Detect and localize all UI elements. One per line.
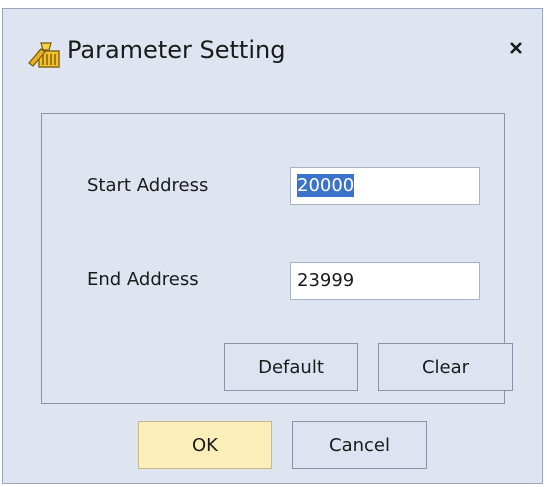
- dialog-titlebar: Parameter Setting: [3, 9, 542, 85]
- address-group: Start Address 20000 End Address 23999 De…: [41, 113, 513, 404]
- parameter-setting-dialog: Parameter Setting Start Address 20000 En…: [2, 8, 543, 484]
- start-address-value: 20000: [297, 174, 355, 197]
- cancel-button[interactable]: Cancel: [292, 421, 427, 469]
- end-address-value: 23999: [297, 270, 355, 291]
- clear-button[interactable]: Clear: [378, 343, 513, 391]
- parameter-settings-icon: [27, 37, 63, 71]
- end-address-input[interactable]: 23999: [290, 262, 480, 300]
- close-icon: [508, 40, 524, 60]
- ok-button[interactable]: OK: [138, 421, 272, 469]
- close-button[interactable]: [501, 35, 531, 65]
- start-address-label: Start Address: [87, 175, 209, 196]
- end-address-label: End Address: [87, 269, 199, 290]
- default-button[interactable]: Default: [224, 343, 358, 391]
- start-address-input[interactable]: 20000: [290, 167, 480, 205]
- dialog-title: Parameter Setting: [67, 36, 286, 64]
